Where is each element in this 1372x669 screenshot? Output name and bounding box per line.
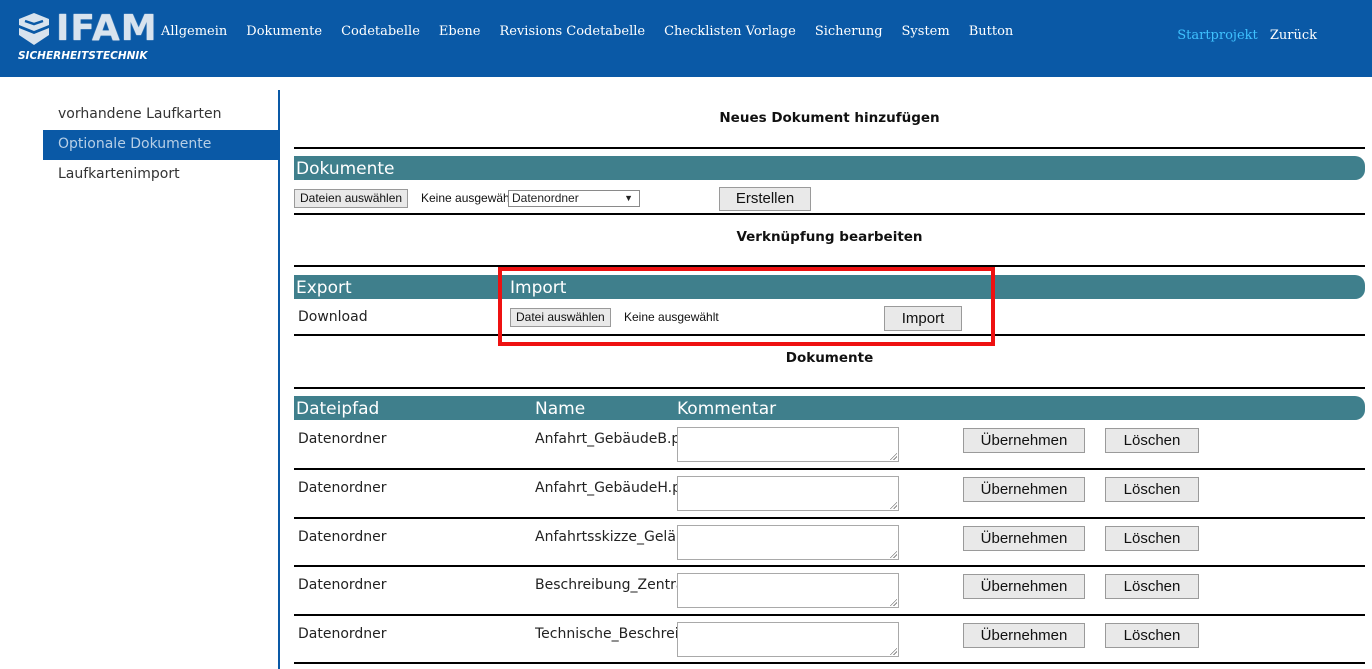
nav-system[interactable]: System	[902, 24, 950, 39]
nav-allgemein[interactable]: Allgemein	[161, 24, 227, 39]
nav-ebene[interactable]: Ebene	[439, 24, 481, 39]
row-name: Beschreibung_Zentrale	[535, 577, 677, 593]
shield-emblem-icon	[19, 13, 49, 45]
divider	[294, 614, 1365, 616]
top-navbar: IFAM SICHERHEITSTECHNIK Allgemein Dokume…	[0, 0, 1372, 77]
row-path: Datenordner	[298, 577, 387, 593]
row-path: Datenordner	[298, 431, 387, 447]
row-name: Anfahrtsskizze_Gelände	[535, 529, 677, 545]
resize-grip-icon[interactable]	[889, 501, 897, 509]
documents-heading: Dokumente	[785, 350, 874, 366]
divider	[294, 517, 1365, 519]
divider	[294, 565, 1365, 567]
download-link[interactable]: Download	[298, 309, 368, 325]
delete-button[interactable]: Löschen	[1105, 623, 1199, 648]
new-document-heading: Neues Dokument hinzufügen	[719, 110, 940, 126]
export-label: Export	[296, 278, 352, 298]
divider	[294, 265, 1365, 267]
apply-button[interactable]: Übernehmen	[963, 477, 1085, 502]
main-menu: Allgemein Dokumente Codetabelle Ebene Re…	[161, 24, 1032, 39]
row-name: Technische_Beschreibung	[535, 626, 677, 642]
company-logo[interactable]: IFAM SICHERHEITSTECHNIK	[16, 10, 157, 64]
resize-grip-icon[interactable]	[889, 550, 897, 558]
band-label: Dokumente	[296, 159, 395, 179]
import-file-status: Keine ausgewählt	[624, 310, 719, 324]
delete-button[interactable]: Löschen	[1105, 526, 1199, 551]
create-button[interactable]: Erstellen	[719, 187, 811, 211]
documents-header-band: Dokumente	[294, 156, 1365, 180]
nav-codetabelle[interactable]: Codetabelle	[341, 24, 420, 39]
row-name: Anfahrt_GebäudeH.pdf	[535, 480, 677, 496]
nav-right: Startprojekt Zurück	[1177, 24, 1317, 43]
column-header-dateipfad: Dateipfad	[296, 399, 380, 419]
column-header-kommentar: Kommentar	[677, 399, 777, 419]
delete-button[interactable]: Löschen	[1105, 428, 1199, 453]
back-link[interactable]: Zurück	[1270, 28, 1317, 43]
link-edit-heading: Verknüpfung bearbeiten	[736, 229, 923, 245]
comment-textarea[interactable]	[677, 622, 899, 657]
apply-button[interactable]: Übernehmen	[963, 526, 1085, 551]
nav-sicherung[interactable]: Sicherung	[815, 24, 883, 39]
sidebar-divider	[278, 90, 280, 669]
folder-select-value: Datenordner	[512, 191, 579, 205]
row-path: Datenordner	[298, 529, 387, 545]
choose-file-button[interactable]: Datei auswählen	[510, 308, 611, 327]
divider	[294, 387, 1365, 389]
apply-button[interactable]: Übernehmen	[963, 574, 1085, 599]
divider	[294, 662, 1365, 664]
sidebar-item-laufkartenimport[interactable]: Laufkartenimport	[43, 160, 279, 190]
divider	[294, 334, 1365, 336]
resize-grip-icon[interactable]	[889, 452, 897, 460]
start-project-link[interactable]: Startprojekt	[1177, 28, 1258, 43]
documents-table-header: Dateipfad Name Kommentar	[294, 396, 1365, 420]
apply-button[interactable]: Übernehmen	[963, 428, 1085, 453]
chevron-down-icon: ▼	[624, 193, 633, 203]
sidebar-item-optionale-dokumente[interactable]: Optionale Dokumente	[43, 130, 279, 160]
comment-textarea[interactable]	[677, 573, 899, 608]
import-button[interactable]: Import	[884, 306, 962, 331]
divider	[294, 147, 1365, 149]
comment-textarea[interactable]	[677, 427, 899, 462]
nav-revisions-codetabelle[interactable]: Revisions Codetabelle	[499, 24, 645, 39]
resize-grip-icon[interactable]	[889, 647, 897, 655]
apply-button[interactable]: Übernehmen	[963, 623, 1085, 648]
export-import-header-band: Export Import	[294, 275, 1365, 299]
row-name: Anfahrt_GebäudeB.pdf	[535, 431, 677, 447]
nav-dokumente[interactable]: Dokumente	[246, 24, 322, 39]
resize-grip-icon[interactable]	[889, 598, 897, 606]
folder-select[interactable]: Datenordner ▼	[508, 190, 640, 207]
divider	[294, 468, 1365, 470]
choose-files-button[interactable]: Dateien auswählen	[294, 189, 409, 208]
import-label: Import	[510, 278, 567, 298]
delete-button[interactable]: Löschen	[1105, 574, 1199, 599]
divider	[294, 213, 1365, 215]
delete-button[interactable]: Löschen	[1105, 477, 1199, 502]
sidebar-item-vorhandene-laufkarten[interactable]: vorhandene Laufkarten	[43, 100, 279, 130]
logo-subtitle: SICHERHEITSTECHNIK	[18, 50, 148, 62]
file-status-text: Keine ausgewählt	[421, 191, 508, 205]
comment-textarea[interactable]	[677, 525, 899, 560]
row-path: Datenordner	[298, 626, 387, 642]
comment-textarea[interactable]	[677, 476, 899, 511]
column-header-name: Name	[535, 399, 586, 419]
nav-button[interactable]: Button	[969, 24, 1014, 39]
nav-checklisten-vorlage[interactable]: Checklisten Vorlage	[664, 24, 796, 39]
sidebar: vorhandene Laufkarten Optionale Dokument…	[43, 100, 279, 190]
logo-wordmark: IFAM	[56, 8, 158, 49]
row-path: Datenordner	[298, 480, 387, 496]
